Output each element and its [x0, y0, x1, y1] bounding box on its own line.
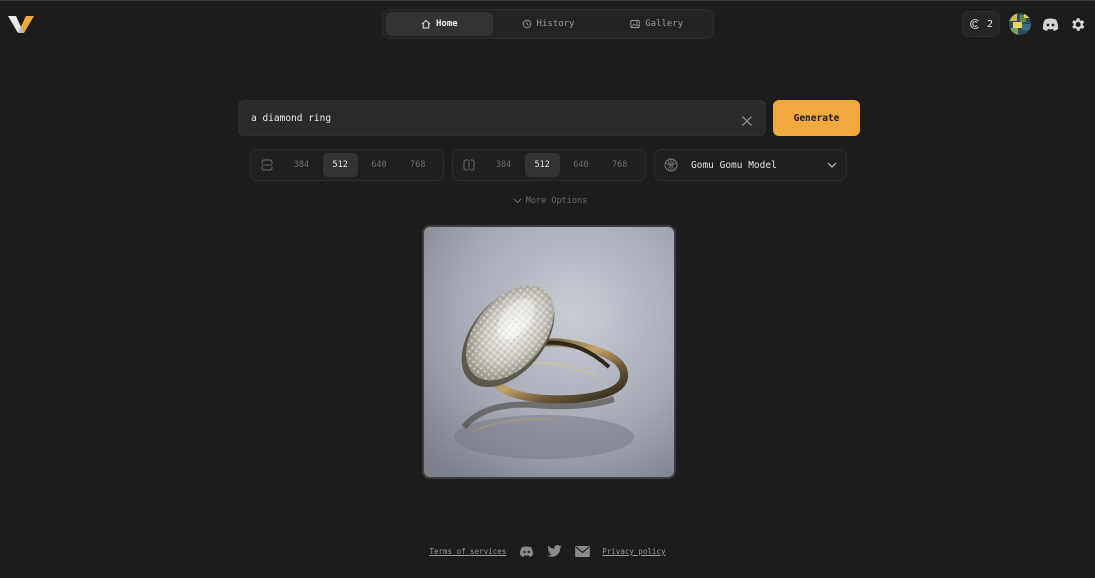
footer: Terms of services Privacy policy	[0, 543, 1095, 559]
terms-link[interactable]: Terms of services	[430, 547, 507, 556]
tab-gallery-label: Gallery	[645, 19, 684, 29]
height-option-768[interactable]: 768	[602, 153, 637, 177]
tab-gallery[interactable]: Gallery	[603, 12, 710, 36]
discord-icon[interactable]	[518, 544, 534, 558]
gallery-icon	[630, 20, 640, 28]
discord-icon[interactable]	[1041, 15, 1059, 33]
width-selector: 384 512 640 768	[250, 149, 444, 181]
more-options-toggle[interactable]: More Options	[510, 193, 590, 209]
height-icon	[457, 153, 480, 177]
model-select[interactable]: Gomu Gomu Model	[654, 149, 847, 181]
prompt-input[interactable]	[239, 101, 719, 135]
height-option-512[interactable]: 512	[524, 153, 560, 177]
generate-button[interactable]: Generate	[773, 100, 860, 136]
height-option-384[interactable]: 384	[486, 153, 521, 177]
width-option-640[interactable]: 640	[362, 153, 397, 177]
tab-history-label: History	[536, 19, 575, 29]
user-avatar[interactable]	[1009, 13, 1031, 35]
tab-history[interactable]: History	[495, 12, 602, 36]
generated-image[interactable]	[422, 225, 676, 479]
credits-badge[interactable]: 2	[962, 11, 1000, 37]
width-option-384[interactable]: 384	[284, 153, 319, 177]
privacy-link[interactable]: Privacy policy	[602, 547, 665, 556]
model-label: Gomu Gomu Model	[691, 159, 777, 171]
gear-icon[interactable]	[1068, 15, 1086, 33]
twitter-icon[interactable]	[546, 544, 562, 558]
height-selector: 384 512 640 768	[452, 149, 646, 181]
v-logo-icon[interactable]	[8, 13, 34, 35]
more-options-label: More Options	[525, 196, 588, 206]
model-icon	[659, 153, 683, 177]
credits-icon	[970, 18, 979, 30]
chevron-down-icon	[513, 198, 522, 204]
chevron-down-icon	[822, 162, 842, 168]
width-option-768[interactable]: 768	[400, 153, 435, 177]
close-icon[interactable]	[741, 112, 753, 126]
tab-home[interactable]: Home	[386, 12, 493, 36]
tab-home-label: Home	[435, 19, 458, 29]
width-icon	[255, 153, 278, 177]
home-icon	[421, 19, 431, 29]
credits-count: 2	[986, 18, 994, 30]
height-option-640[interactable]: 640	[564, 153, 599, 177]
mail-icon[interactable]	[574, 544, 590, 558]
prompt-box	[238, 100, 766, 136]
width-option-512[interactable]: 512	[322, 153, 358, 177]
main-nav: Home History Gallery	[382, 9, 714, 39]
history-icon	[522, 19, 531, 29]
